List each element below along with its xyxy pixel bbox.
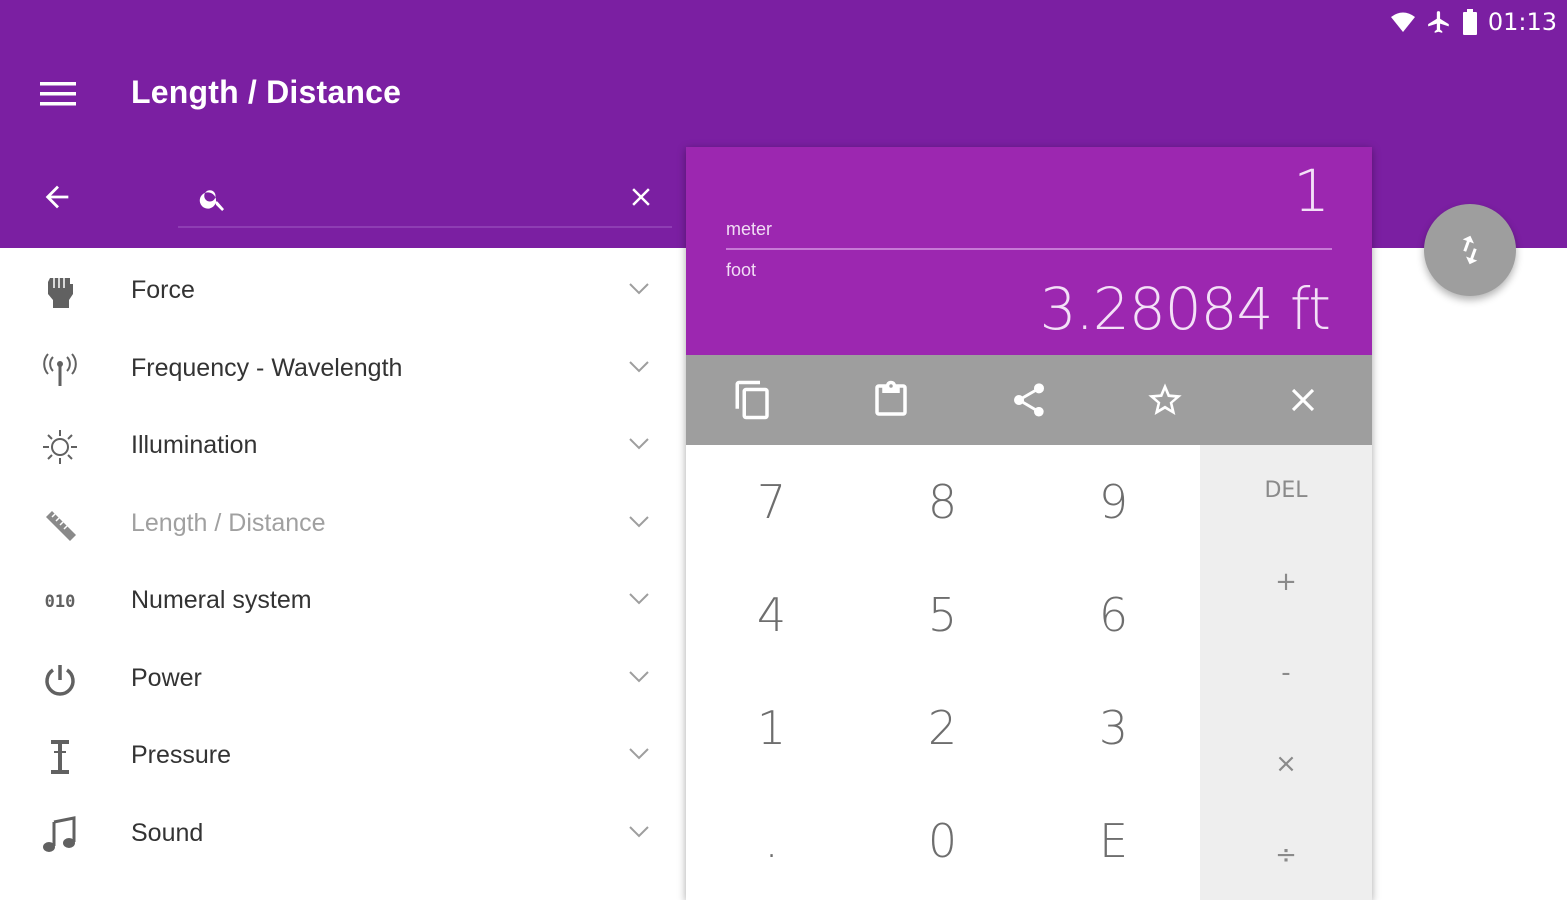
key-9[interactable]: 9 [1028,445,1199,558]
chevron-down-icon[interactable] [628,282,650,296]
chevron-down-icon[interactable] [628,825,650,839]
to-unit-selector[interactable]: foot [726,260,756,281]
menu-icon [40,82,76,106]
chevron-down-icon[interactable] [628,670,650,684]
list-item-label: Power [131,663,202,692]
battery-icon [1462,9,1477,35]
chevron-down-icon[interactable] [628,592,650,606]
binary-icon-text: 010 [44,592,76,612]
list-item-label: Force [131,276,195,304]
paste-button[interactable] [870,379,912,421]
list-item-sound[interactable]: Sound [0,795,680,873]
converter-panel: 1 meter foot 3.28084 ft 7 8 9 4 5 6 1 2 … [686,147,1372,900]
share-icon [1014,383,1044,417]
wifi-icon [1390,12,1415,32]
chevron-down-icon[interactable] [628,437,650,451]
list-item-force[interactable]: Force [0,252,680,330]
list-item-label: Illumination [131,431,258,459]
copy-button[interactable] [732,379,774,421]
search-field[interactable] [178,168,672,228]
chevron-down-icon[interactable] [628,747,650,761]
list-item-frequency[interactable]: Frequency - Wavelength [0,330,680,408]
swap-icon [1462,235,1478,265]
clear-button[interactable] [1282,379,1324,421]
share-button[interactable] [1008,379,1050,421]
close-icon [1291,388,1315,412]
key-8[interactable]: 8 [857,445,1028,558]
music-note-icon [38,815,82,855]
page-title: Length / Distance [131,74,402,110]
list-item-label: Length / Distance [131,508,326,537]
star-icon [1148,383,1182,415]
favorite-button[interactable] [1144,379,1186,421]
key-5[interactable]: 5 [857,558,1028,671]
key-delete[interactable]: DEL [1200,445,1372,536]
list-item-label: Frequency - Wavelength [131,353,403,382]
key-multiply[interactable]: × [1200,718,1372,809]
key-6[interactable]: 6 [1028,558,1199,671]
close-icon[interactable] [626,182,656,212]
list-item-pressure[interactable]: Pressure [0,717,680,795]
status-time: 01:13 [1487,8,1557,36]
pressure-icon [38,737,82,777]
power-icon [38,660,82,700]
keypad: 7 8 9 4 5 6 1 2 3 . 0 E DEL + - × ÷ [686,445,1372,900]
chevron-down-icon[interactable] [628,360,650,374]
binary-icon: 010 [38,582,82,622]
conversion-display: 1 meter foot 3.28084 ft [686,147,1372,355]
key-4[interactable]: 4 [686,558,857,671]
sun-icon [38,427,82,467]
back-button[interactable] [40,180,80,216]
airplane-icon [1427,11,1449,33]
divider [726,248,1332,250]
list-item-illumination[interactable]: Illumination [0,407,680,485]
list-item-length[interactable]: Length / Distance [0,485,680,563]
key-2[interactable]: 2 [857,671,1028,784]
key-minus[interactable]: - [1200,627,1372,718]
menu-button[interactable] [40,80,80,112]
category-list: Force Frequency - Wavelength Illuminatio… [0,252,680,872]
number-keys: 7 8 9 4 5 6 1 2 3 . 0 E [686,445,1200,900]
search-icon [199,190,224,211]
antenna-icon [38,350,82,390]
key-1[interactable]: 1 [686,671,857,784]
status-bar: 01:13 [1390,6,1557,38]
key-7[interactable]: 7 [686,445,857,558]
key-0[interactable]: 0 [857,784,1028,897]
key-exponent[interactable]: E [1028,784,1199,897]
copy-icon [735,380,769,420]
list-item-label: Pressure [131,741,232,769]
list-item-power[interactable]: Power [0,640,680,718]
list-item-label: Sound [131,818,204,847]
clipboard-icon [875,380,907,416]
key-3[interactable]: 3 [1028,671,1199,784]
chevron-down-icon[interactable] [628,515,650,529]
key-decimal[interactable]: . [686,784,857,897]
operator-keys: DEL + - × ÷ [1200,445,1372,900]
fist-icon [38,272,82,312]
from-unit-selector[interactable]: meter [726,219,772,240]
key-plus[interactable]: + [1200,536,1372,627]
arrow-left-icon [45,185,69,209]
key-divide[interactable]: ÷ [1200,809,1372,900]
swap-units-button[interactable] [1424,204,1516,296]
list-item-label: Numeral system [131,586,312,614]
input-value[interactable]: 1 [1293,157,1330,225]
search-input[interactable] [242,176,606,218]
result-value: 3.28084 ft [1039,275,1331,343]
ruler-icon [38,505,82,545]
action-bar [686,355,1372,445]
list-item-numeral-system[interactable]: 010 Numeral system [0,562,680,640]
